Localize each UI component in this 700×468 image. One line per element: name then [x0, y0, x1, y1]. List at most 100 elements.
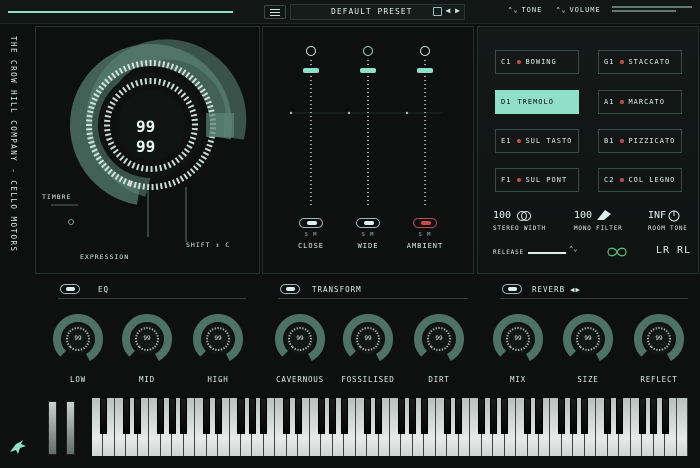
- fader-handle[interactable]: [360, 68, 376, 73]
- fader-track[interactable]: [310, 60, 312, 205]
- fader-handle[interactable]: [417, 68, 433, 73]
- black-key[interactable]: [260, 398, 268, 434]
- fader-track[interactable]: [367, 60, 369, 205]
- piano-keyboard[interactable]: [92, 398, 688, 456]
- knob-low[interactable]: 99 LOW: [53, 314, 103, 386]
- black-key[interactable]: [134, 398, 142, 434]
- mod-wheel[interactable]: [66, 401, 75, 455]
- black-key[interactable]: [615, 398, 623, 434]
- black-key[interactable]: [478, 398, 486, 434]
- solo-mute-label[interactable]: S M: [405, 232, 445, 238]
- reverb-toggle[interactable]: [502, 284, 522, 294]
- black-key[interactable]: [501, 398, 509, 434]
- articulation-button[interactable]: C2 COL LEGNO: [598, 168, 682, 192]
- black-key[interactable]: [248, 398, 256, 434]
- black-key[interactable]: [203, 398, 211, 434]
- transform-toggle[interactable]: [280, 284, 300, 294]
- knob-size[interactable]: 99 SIZE: [563, 314, 613, 386]
- black-key[interactable]: [489, 398, 497, 434]
- reverb-section-header: REVERB ◀▶: [500, 284, 690, 299]
- power-icon[interactable]: [363, 46, 373, 56]
- black-key[interactable]: [409, 398, 417, 434]
- black-key[interactable]: [443, 398, 451, 434]
- black-key[interactable]: [420, 398, 428, 434]
- articulation-button[interactable]: F1 SUL PONT: [495, 168, 579, 192]
- mic-toggle[interactable]: [299, 218, 323, 228]
- black-key[interactable]: [455, 398, 463, 434]
- preset-nav-arrows[interactable]: ◀ ▶: [446, 6, 460, 15]
- knob-mid[interactable]: 99 MID: [122, 314, 172, 386]
- power-icon[interactable]: [306, 46, 316, 56]
- solo-mute-label[interactable]: S M: [291, 232, 331, 238]
- volume-slider[interactable]: [612, 6, 692, 18]
- mic-toggle[interactable]: [413, 218, 437, 228]
- stereo-width-value[interactable]: 100: [493, 210, 511, 221]
- room-tone-value[interactable]: INF: [648, 210, 666, 221]
- articulation-button[interactable]: C1 BOWING: [495, 50, 579, 74]
- black-key[interactable]: [283, 398, 291, 434]
- black-key[interactable]: [294, 398, 302, 434]
- black-key[interactable]: [397, 398, 405, 434]
- fader-ambient[interactable]: S M AMBIENT: [405, 46, 445, 266]
- black-key[interactable]: [661, 398, 669, 434]
- reverb-nav-arrows[interactable]: ◀▶: [570, 285, 581, 294]
- lr-swap-toggle[interactable]: LR RL: [656, 245, 691, 256]
- black-key[interactable]: [535, 398, 543, 434]
- black-key[interactable]: [329, 398, 337, 434]
- fader-wide[interactable]: S M WIDE: [348, 46, 388, 266]
- fader-track[interactable]: [424, 60, 426, 205]
- black-key[interactable]: [122, 398, 130, 434]
- black-key[interactable]: [157, 398, 165, 434]
- black-key[interactable]: [99, 398, 107, 434]
- black-key[interactable]: [317, 398, 325, 434]
- mono-filter-value[interactable]: 100: [574, 210, 592, 221]
- black-key[interactable]: [581, 398, 589, 434]
- tone-menu[interactable]: ⌃⌄ TONE: [508, 6, 542, 14]
- black-key[interactable]: [168, 398, 176, 434]
- shift-control[interactable]: SHIFT ⇕ C: [186, 241, 230, 249]
- indicator-dot-icon: [517, 139, 522, 143]
- knob-dirt[interactable]: 99 DIRT: [414, 314, 464, 386]
- black-key[interactable]: [237, 398, 245, 434]
- top-bar: DEFAULT PRESET ◀ ▶ ⌃⌄ TONE ⌃⌄ VOLUME: [0, 0, 700, 24]
- black-key[interactable]: [569, 398, 577, 434]
- articulation-button[interactable]: A1 MARCATO: [598, 90, 682, 114]
- volume-menu[interactable]: ⌃⌄ VOLUME: [556, 6, 601, 14]
- menu-icon[interactable]: [264, 5, 286, 19]
- black-key[interactable]: [650, 398, 658, 434]
- black-key[interactable]: [340, 398, 348, 434]
- black-key[interactable]: [638, 398, 646, 434]
- release-slider[interactable]: [528, 252, 566, 254]
- save-icon[interactable]: [433, 7, 442, 16]
- knob-fossilised[interactable]: 99 FOSSILISED: [341, 314, 394, 386]
- knob-mix[interactable]: 99 MIX: [493, 314, 543, 386]
- knob-reflect[interactable]: 99 REFLECT: [634, 314, 684, 386]
- white-key[interactable]: [676, 398, 688, 456]
- fader-handle[interactable]: [303, 68, 319, 73]
- articulation-button[interactable]: E1 SUL TASTO: [495, 129, 579, 153]
- knob-high[interactable]: 99 HIGH: [193, 314, 243, 386]
- knob-cavernous[interactable]: 99 CAVERNOUS: [275, 314, 325, 386]
- black-key[interactable]: [558, 398, 566, 434]
- pitch-wheel[interactable]: [48, 401, 57, 455]
- chevron-updown-icon[interactable]: ⌃⌄: [569, 245, 577, 253]
- infinity-icon[interactable]: [604, 245, 630, 259]
- black-key[interactable]: [214, 398, 222, 434]
- expression-label: EXPRESSION: [80, 253, 130, 261]
- black-key[interactable]: [363, 398, 371, 434]
- articulation-button[interactable]: D1 TREMOLO: [495, 90, 579, 114]
- black-key[interactable]: [604, 398, 612, 434]
- articulation-button[interactable]: B1 PIZZICATO: [598, 129, 682, 153]
- preset-selector[interactable]: DEFAULT PRESET ◀ ▶: [290, 4, 465, 20]
- power-icon[interactable]: [420, 46, 430, 56]
- black-key[interactable]: [374, 398, 383, 434]
- mic-toggle[interactable]: [356, 218, 380, 228]
- articulation-name: STACCATO: [628, 58, 671, 66]
- solo-mute-label[interactable]: S M: [348, 232, 388, 238]
- fader-close[interactable]: S M CLOSE: [291, 46, 331, 266]
- articulation-button[interactable]: G1 STACCATO: [598, 50, 682, 74]
- black-key[interactable]: [180, 398, 188, 434]
- articulation-name: TREMOLO: [517, 98, 554, 106]
- black-key[interactable]: [523, 398, 532, 434]
- eq-toggle[interactable]: [60, 284, 80, 294]
